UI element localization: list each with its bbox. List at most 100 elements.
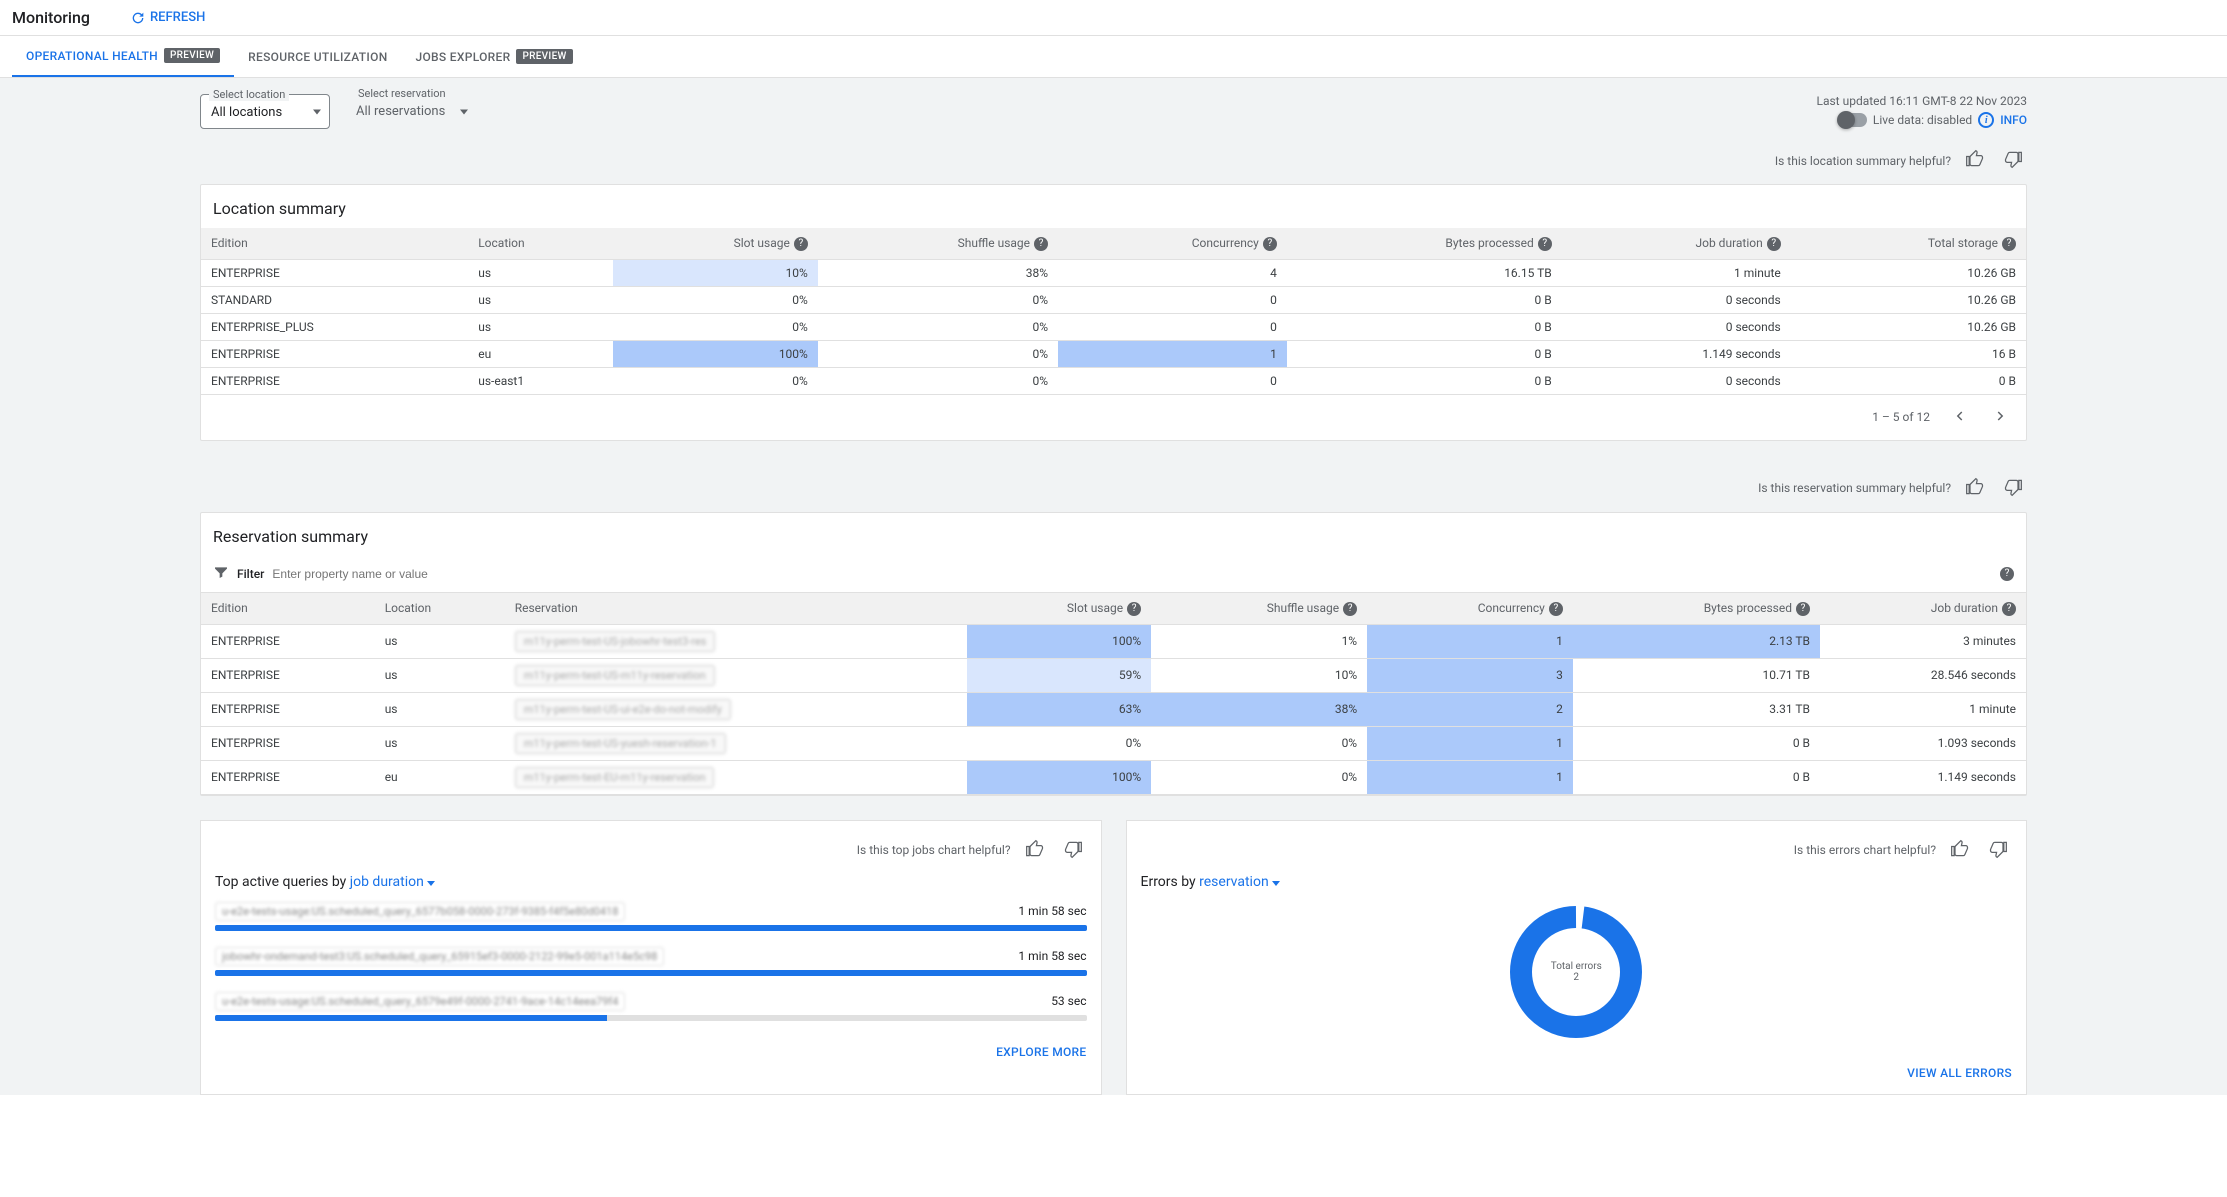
- column-header[interactable]: Total storage?: [1791, 228, 2026, 259]
- table-cell: 63%: [967, 692, 1151, 726]
- prev-page-button[interactable]: [1946, 403, 1972, 432]
- column-header[interactable]: Concurrency?: [1367, 593, 1573, 624]
- tab-operational-health[interactable]: OPERATIONAL HEALTH PREVIEW: [12, 36, 234, 77]
- table-cell: 0%: [613, 367, 818, 394]
- progress-bar: [215, 1015, 1087, 1021]
- table-cell: 0%: [613, 313, 818, 340]
- table-row[interactable]: ENTERPRISE_PLUSus0%0%00 B0 seconds10.26 …: [201, 313, 2026, 340]
- thumbs-down-button[interactable]: [1984, 835, 2012, 866]
- table-cell: 0 B: [1573, 760, 1820, 794]
- chevron-down-icon: [1272, 881, 1280, 886]
- reservation-link[interactable]: m11y-perm-test-US-ui-e2e-do-not-modify: [515, 699, 731, 720]
- help-icon[interactable]: ?: [1796, 602, 1810, 616]
- help-icon[interactable]: ?: [1549, 602, 1563, 616]
- metric-dropdown[interactable]: reservation: [1199, 874, 1280, 890]
- progress-bar: [215, 970, 1087, 976]
- column-header[interactable]: Slot usage?: [613, 228, 818, 259]
- tab-resource-utilization[interactable]: RESOURCE UTILIZATION: [234, 36, 401, 77]
- refresh-button[interactable]: REFRESH: [130, 10, 205, 26]
- reservation-link[interactable]: m11y-perm-test-EU-m11y-reservation: [515, 767, 715, 788]
- table-row[interactable]: ENTERPRISEus10%38%416.15 TB1 minute10.26…: [201, 259, 2026, 286]
- column-header[interactable]: Slot usage?: [967, 593, 1151, 624]
- thumbs-down-button[interactable]: [1999, 473, 2027, 504]
- column-header[interactable]: Shuffle usage?: [818, 228, 1058, 259]
- help-icon[interactable]: ?: [2002, 237, 2016, 251]
- table-row[interactable]: ENTERPRISEusm11y-perm-test-US-yuesh-rese…: [201, 726, 2026, 760]
- table-cell: 2: [1367, 692, 1573, 726]
- feedback-errors: Is this errors chart helpful?: [1141, 835, 2013, 866]
- table-cell: 0 B: [1287, 340, 1562, 367]
- feedback-text: Is this top jobs chart helpful?: [857, 843, 1011, 857]
- table-cell: 59%: [967, 658, 1151, 692]
- table-row[interactable]: STANDARDus0%0%00 B0 seconds10.26 GB: [201, 286, 2026, 313]
- column-header[interactable]: Location: [468, 228, 613, 259]
- column-header[interactable]: Bytes processed?: [1573, 593, 1820, 624]
- thumbs-up-button[interactable]: [1961, 145, 1989, 176]
- pager: 1 – 5 of 12: [201, 395, 2026, 440]
- help-icon[interactable]: ?: [1034, 237, 1048, 251]
- live-data-toggle[interactable]: [1839, 113, 1867, 127]
- table-row[interactable]: ENTERPRISEus-east10%0%00 B0 seconds0 B: [201, 367, 2026, 394]
- column-header[interactable]: Shuffle usage?: [1151, 593, 1367, 624]
- donut-label: Total errors: [1551, 961, 1602, 972]
- section-title: Location summary: [201, 185, 2026, 228]
- thumbs-down-button[interactable]: [1999, 145, 2027, 176]
- location-select[interactable]: Select location All locations: [200, 94, 330, 129]
- help-icon[interactable]: ?: [1127, 602, 1141, 616]
- table-row[interactable]: ENTERPRISEeu100%0%10 B1.149 seconds16 B: [201, 340, 2026, 367]
- next-page-button[interactable]: [1988, 403, 2014, 432]
- thumbs-down-button[interactable]: [1059, 835, 1087, 866]
- heading-prefix: Top active queries by: [215, 874, 350, 890]
- reservation-link[interactable]: m11y-perm-test-US-jobowhr-test3-res: [515, 631, 716, 652]
- bottom-row: Is this top jobs chart helpful? Top acti…: [200, 820, 2027, 1095]
- info-link[interactable]: INFO: [2000, 113, 2027, 127]
- table-cell: ENTERPRISE: [201, 760, 375, 794]
- help-icon[interactable]: ?: [1767, 237, 1781, 251]
- reservation-select[interactable]: Select reservation All reservations: [346, 94, 476, 129]
- help-icon[interactable]: ?: [1343, 602, 1357, 616]
- last-updated: Last updated 16:11 GMT-8 22 Nov 2023: [1817, 94, 2028, 108]
- filter-input[interactable]: [272, 567, 1988, 581]
- table-cell: ENTERPRISE: [201, 367, 468, 394]
- column-header[interactable]: Edition: [201, 593, 375, 624]
- reservation-link[interactable]: m11y-perm-test-US-m11y-reservation: [515, 665, 715, 686]
- table-row[interactable]: ENTERPRISEusm11y-perm-test-US-m11y-reser…: [201, 658, 2026, 692]
- tab-jobs-explorer[interactable]: JOBS EXPLORER PREVIEW: [402, 36, 587, 77]
- column-header[interactable]: Location: [375, 593, 505, 624]
- thumbs-up-button[interactable]: [1021, 835, 1049, 866]
- page-title: Monitoring: [12, 8, 90, 27]
- help-icon[interactable]: ?: [2000, 567, 2014, 581]
- query-row[interactable]: u-e2e-tests-usage:US.scheduled_query_657…: [215, 902, 1087, 931]
- table-cell: 100%: [967, 624, 1151, 658]
- view-all-errors-link[interactable]: VIEW ALL ERRORS: [1141, 1066, 2013, 1080]
- column-header[interactable]: Job duration?: [1562, 228, 1791, 259]
- table-cell: 0 B: [1573, 726, 1820, 760]
- table-row[interactable]: ENTERPRISEeum11y-perm-test-EU-m11y-reser…: [201, 760, 2026, 794]
- table-cell: eu: [468, 340, 613, 367]
- table-cell: 3: [1367, 658, 1573, 692]
- column-header[interactable]: Job duration?: [1820, 593, 2026, 624]
- explore-more-link[interactable]: EXPLORE MORE: [215, 1045, 1087, 1059]
- help-icon[interactable]: ?: [1263, 237, 1277, 251]
- query-row[interactable]: u-e2e-tests-usage:US.scheduled_query_657…: [215, 992, 1087, 1021]
- help-icon[interactable]: ?: [794, 237, 808, 251]
- table-cell: 4: [1058, 259, 1287, 286]
- column-header[interactable]: Edition: [201, 228, 468, 259]
- table-row[interactable]: ENTERPRISEusm11y-perm-test-US-jobowhr-te…: [201, 624, 2026, 658]
- thumbs-up-button[interactable]: [1961, 473, 1989, 504]
- column-header[interactable]: Concurrency?: [1058, 228, 1287, 259]
- table-cell: ENTERPRISE: [201, 259, 468, 286]
- table-cell: ENTERPRISE: [201, 726, 375, 760]
- help-icon[interactable]: ?: [2002, 602, 2016, 616]
- query-row[interactable]: jobowhr-ondemand-test3:US.scheduled_quer…: [215, 947, 1087, 976]
- thumbs-up-button[interactable]: [1946, 835, 1974, 866]
- reservation-link[interactable]: m11y-perm-test-US-yuesh-reservation-1: [515, 733, 726, 754]
- table-row[interactable]: ENTERPRISEusm11y-perm-test-US-ui-e2e-do-…: [201, 692, 2026, 726]
- filter-selects: Select location All locations Select res…: [200, 94, 476, 129]
- donut-center: Total errors 2: [1551, 961, 1602, 983]
- help-icon[interactable]: ?: [1538, 237, 1552, 251]
- metric-dropdown[interactable]: job duration: [350, 874, 436, 890]
- table-cell: 0 B: [1287, 313, 1562, 340]
- column-header[interactable]: Bytes processed?: [1287, 228, 1562, 259]
- column-header[interactable]: Reservation: [505, 593, 967, 624]
